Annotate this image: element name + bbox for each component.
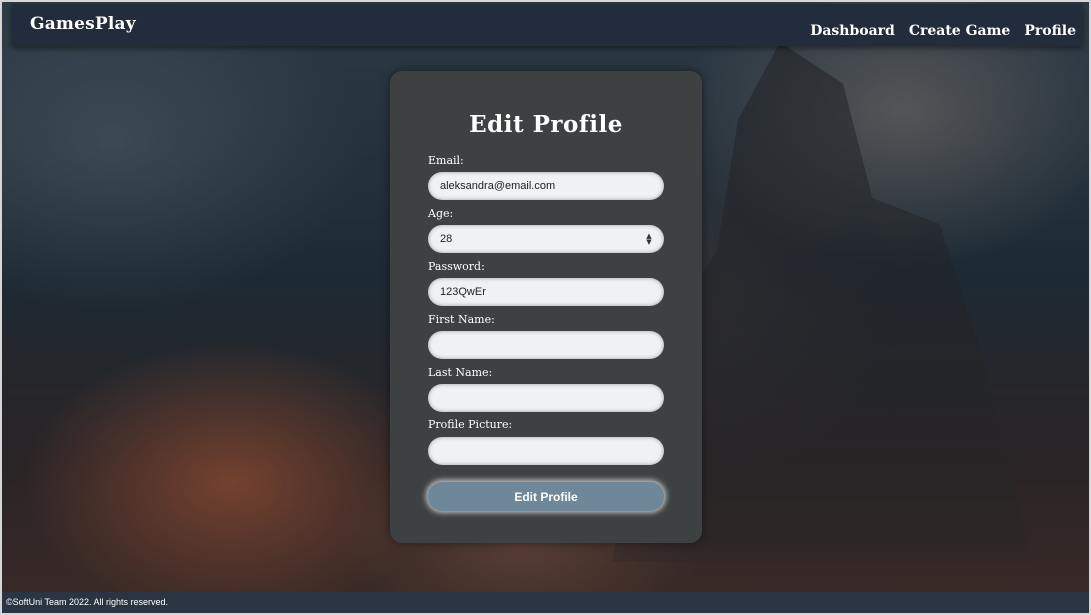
last-name-label: Last Name: [428, 366, 493, 379]
age-field[interactable]: 28 ▲ ▼ [428, 225, 664, 253]
password-value: 123QwEr [440, 286, 486, 298]
nav-dashboard-link[interactable]: Dashboard [810, 23, 895, 39]
first-name-label: First Name: [428, 313, 495, 326]
email-value: aleksandra@email.com [440, 180, 556, 192]
password-label: Password: [428, 260, 485, 273]
site-footer: ©SoftUni Team 2022. All rights reserved. [2, 592, 1089, 613]
email-label: Email: [428, 154, 464, 167]
edit-profile-button[interactable]: Edit Profile [428, 482, 664, 511]
brand-logo-link[interactable]: GamesPlay [30, 14, 136, 34]
email-field[interactable]: aleksandra@email.com [428, 172, 664, 200]
age-value: 28 [440, 233, 453, 245]
main-nav: Dashboard Create Game Profile [810, 23, 1076, 39]
edit-profile-card: Edit Profile Email: aleksandra@email.com… [390, 71, 702, 543]
profile-picture-field[interactable] [428, 437, 664, 465]
age-label: Age: [428, 207, 454, 220]
number-stepper-icon[interactable]: ▲ ▼ [646, 233, 652, 246]
last-name-field[interactable] [428, 384, 664, 412]
nav-profile-link[interactable]: Profile [1024, 23, 1076, 39]
page-frame: GamesPlay Dashboard Create Game Profile … [2, 2, 1089, 613]
profile-picture-label: Profile Picture: [428, 418, 513, 431]
footer-copyright: ©SoftUni Team 2022. All rights reserved. [6, 597, 169, 607]
nav-create-game-link[interactable]: Create Game [909, 23, 1011, 39]
page-title: Edit Profile [469, 111, 623, 138]
site-header: GamesPlay Dashboard Create Game Profile [12, 4, 1082, 46]
first-name-field[interactable] [428, 331, 664, 359]
password-field[interactable]: 123QwEr [428, 278, 664, 306]
